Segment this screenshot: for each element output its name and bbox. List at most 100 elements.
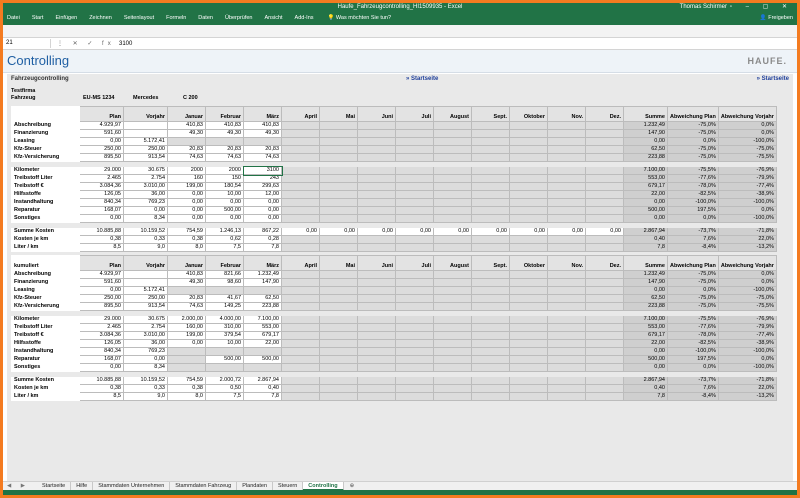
cell[interactable]: 9,0	[123, 392, 168, 401]
cell[interactable]: 0,0%	[667, 363, 719, 372]
cell[interactable]	[433, 153, 472, 162]
cell[interactable]: 0,00	[243, 206, 282, 215]
cell[interactable]: 29.000	[79, 166, 124, 175]
cell[interactable]: 0,00	[167, 198, 206, 207]
cell[interactable]	[319, 347, 358, 356]
formula-icons[interactable]: ⋮ ✕ ✓ fx	[51, 40, 115, 47]
header-cell[interactable]: Oktober	[509, 255, 548, 271]
cell[interactable]	[357, 166, 396, 175]
header-cell[interactable]: Juli	[395, 255, 434, 271]
cell[interactable]	[585, 392, 624, 401]
cell[interactable]	[585, 294, 624, 303]
cell[interactable]: -13,2%	[717, 243, 777, 252]
row-label[interactable]: Finanzierung	[11, 278, 80, 287]
cell[interactable]	[547, 145, 586, 154]
ribbon-tab-7[interactable]: Überprüfen	[225, 12, 253, 25]
cell[interactable]: 0,00	[623, 214, 668, 223]
header-cell[interactable]: Juli	[395, 106, 434, 122]
cell[interactable]	[357, 294, 396, 303]
row-label[interactable]: Instandhaltung	[11, 347, 80, 356]
cell[interactable]: 22,00	[623, 339, 668, 348]
cell[interactable]: 2.867,94	[623, 376, 668, 385]
cell[interactable]: 0,33	[123, 235, 168, 244]
ribbon-tab-2[interactable]: Einfügen	[55, 12, 77, 25]
cell[interactable]: 22,0%	[717, 235, 777, 244]
cell[interactable]: 410,83	[167, 121, 206, 130]
cell[interactable]	[433, 355, 472, 364]
cell[interactable]: 3.010,00	[123, 182, 168, 191]
cell[interactable]	[471, 323, 510, 332]
cell[interactable]	[357, 331, 396, 340]
cell[interactable]	[319, 294, 358, 303]
cell[interactable]: 2.754	[123, 323, 168, 332]
cell[interactable]	[281, 198, 320, 207]
cell[interactable]	[395, 392, 434, 401]
cell[interactable]: 553,00	[623, 323, 668, 332]
row-label[interactable]: Kilometer	[11, 315, 80, 324]
cell[interactable]	[433, 392, 472, 401]
cell[interactable]: 0,0%	[667, 137, 719, 146]
cell[interactable]: 3100	[242, 165, 283, 176]
cell[interactable]: 199,00	[167, 182, 206, 191]
cell[interactable]	[281, 302, 320, 311]
cell[interactable]	[281, 174, 320, 183]
cell[interactable]	[433, 174, 472, 183]
row-label[interactable]: Treibstoff Liter	[11, 323, 80, 332]
cell[interactable]: 7,5	[205, 243, 244, 252]
cell[interactable]	[471, 206, 510, 215]
cell[interactable]: -78,0%	[667, 182, 719, 191]
cell[interactable]	[319, 363, 358, 372]
cell[interactable]	[281, 182, 320, 191]
cell[interactable]	[433, 376, 472, 385]
cell[interactable]: 0,38	[167, 235, 206, 244]
header-cell[interactable]: März	[243, 106, 282, 122]
cell[interactable]: 250,00	[123, 145, 168, 154]
cell[interactable]: 0,33	[123, 384, 168, 393]
cell[interactable]: 10.159,52	[123, 376, 168, 385]
cell[interactable]	[547, 174, 586, 183]
cell[interactable]	[509, 174, 548, 183]
cell[interactable]: 160	[167, 174, 206, 183]
cell[interactable]	[547, 214, 586, 223]
cell[interactable]: -100,0%	[717, 198, 777, 207]
cell[interactable]: -38,9%	[717, 339, 777, 348]
cell[interactable]	[585, 270, 624, 279]
cell[interactable]: 8,34	[123, 214, 168, 223]
cell[interactable]	[585, 315, 624, 324]
cell[interactable]: 0,00	[623, 347, 668, 356]
cell[interactable]: 197,5%	[667, 206, 719, 215]
cell[interactable]: 0,00	[395, 227, 434, 236]
cell[interactable]	[509, 270, 548, 279]
cell[interactable]: 0,00	[205, 214, 244, 223]
cell[interactable]	[319, 323, 358, 332]
cell[interactable]	[433, 384, 472, 393]
cell[interactable]: 29.000	[79, 315, 124, 324]
header-cell[interactable]: Sept.	[471, 255, 510, 271]
cell[interactable]	[471, 315, 510, 324]
cell[interactable]: 10.159,52	[123, 227, 168, 236]
cell[interactable]: 36,00	[123, 190, 168, 199]
cell[interactable]: 8,0	[167, 392, 206, 401]
cell[interactable]: 591,60	[79, 278, 124, 287]
cell[interactable]: 2.465	[79, 174, 124, 183]
cell[interactable]: 223,88	[243, 302, 282, 311]
cell[interactable]: 769,23	[123, 347, 168, 356]
cell[interactable]	[433, 339, 472, 348]
cell[interactable]: -71,8%	[717, 376, 777, 385]
cell[interactable]	[585, 235, 624, 244]
cell[interactable]: 7,6%	[667, 235, 719, 244]
cell[interactable]	[395, 137, 434, 146]
cell[interactable]: 1.232,49	[623, 121, 668, 130]
cell[interactable]	[509, 121, 548, 130]
cell[interactable]: 679,17	[243, 331, 282, 340]
cell[interactable]: 7,8	[623, 243, 668, 252]
cell[interactable]	[509, 214, 548, 223]
cell[interactable]: 8,5	[79, 392, 124, 401]
cell[interactable]	[123, 270, 168, 279]
cell[interactable]	[167, 137, 206, 146]
cell[interactable]: -75,0%	[667, 129, 719, 138]
cell[interactable]: 553,00	[243, 323, 282, 332]
cell[interactable]	[471, 339, 510, 348]
cell[interactable]: 0,00	[123, 206, 168, 215]
cell[interactable]: 36,00	[123, 339, 168, 348]
